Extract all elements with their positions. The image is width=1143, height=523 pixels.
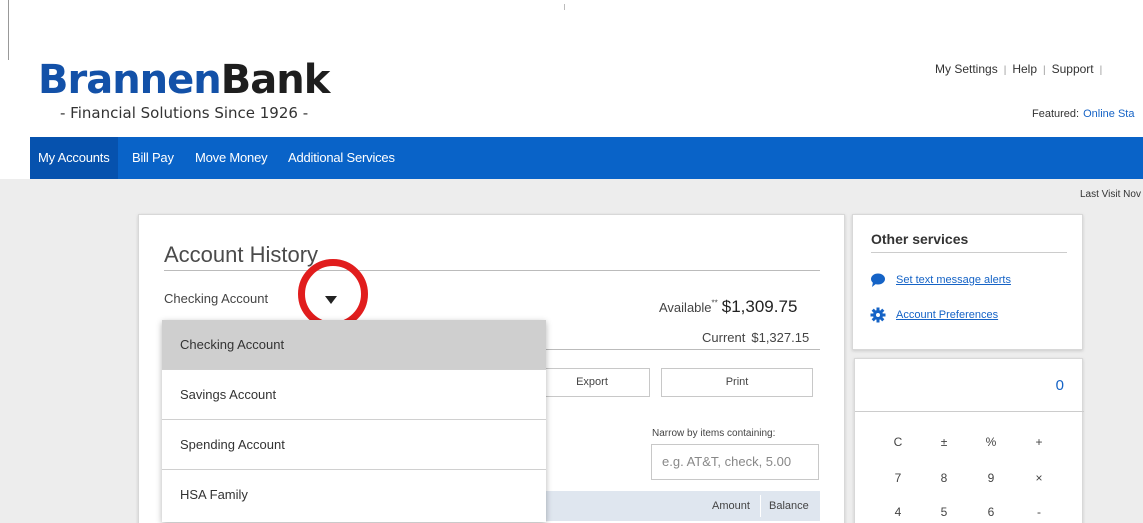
separator: | xyxy=(1099,65,1103,76)
available-amount: $1,309.75 xyxy=(721,297,798,316)
logo-bank: Bank xyxy=(220,57,331,103)
calculator-panel: 0 C ± % + 7 8 9 × 4 5 6 - xyxy=(854,358,1084,523)
calculator-value: 0 xyxy=(1055,377,1064,394)
other-services-panel: Other services Set text message alerts A… xyxy=(852,214,1083,350)
main-nav: My Accounts Bill Pay Move Money Addition… xyxy=(30,137,1143,179)
featured-label: Featured: xyxy=(1032,108,1080,120)
page-title: Account History xyxy=(164,242,319,267)
highlight-circle xyxy=(298,259,368,329)
divider xyxy=(164,270,820,271)
available-balance: Available** $1,309.75 xyxy=(659,297,797,317)
separator: | xyxy=(1043,65,1046,76)
nav-move-money[interactable]: Move Money xyxy=(195,137,268,179)
divider xyxy=(564,4,565,10)
current-label: Current xyxy=(702,330,746,345)
calc-key-percent[interactable]: % xyxy=(976,435,1006,449)
calc-key-plus-minus[interactable]: ± xyxy=(929,435,959,449)
calc-key-subtract[interactable]: - xyxy=(1024,505,1054,519)
separator: | xyxy=(1003,65,1007,76)
column-divider xyxy=(760,495,761,517)
account-preferences-link[interactable]: Account Preferences xyxy=(896,309,998,321)
current-amount: $1,327.15 xyxy=(751,330,810,345)
dropdown-option-hsa[interactable]: HSA Family xyxy=(162,470,546,520)
account-dropdown-menu: Checking Account Savings Account Spendin… xyxy=(162,320,546,522)
calc-key-5[interactable]: 5 xyxy=(929,505,959,519)
dropdown-option-checking[interactable]: Checking Account xyxy=(162,320,546,370)
my-settings-link[interactable]: My Settings xyxy=(935,62,998,76)
dropdown-option-savings[interactable]: Savings Account xyxy=(162,370,546,420)
featured-bar: Featured: Online Sta xyxy=(1032,108,1134,120)
available-label: Available xyxy=(659,300,712,315)
calculator-display: 0 xyxy=(855,359,1084,412)
account-select[interactable]: Checking Account xyxy=(164,291,268,306)
calc-key-8[interactable]: 8 xyxy=(929,471,959,485)
utility-links: My Settings | Help | Support | xyxy=(935,62,1108,76)
column-header-balance[interactable]: Balance xyxy=(769,500,809,512)
set-text-alerts-link[interactable]: Set text message alerts xyxy=(896,274,1011,286)
help-link[interactable]: Help xyxy=(1012,62,1037,76)
export-button[interactable]: Export xyxy=(534,368,650,397)
column-header-amount[interactable]: Amount xyxy=(712,500,750,512)
last-visit: Last Visit Nov xyxy=(1080,189,1141,200)
chat-bubble-icon[interactable] xyxy=(870,272,886,288)
nav-bill-pay[interactable]: Bill Pay xyxy=(132,137,174,179)
calc-key-clear[interactable]: C xyxy=(883,435,913,449)
current-balance: Current $1,327.15 xyxy=(702,330,809,345)
calc-key-9[interactable]: 9 xyxy=(976,471,1006,485)
print-button[interactable]: Print xyxy=(661,368,813,397)
logo-brannen: Brannen xyxy=(38,57,222,103)
gear-icon[interactable] xyxy=(870,307,886,323)
nav-my-accounts[interactable]: My Accounts xyxy=(30,137,118,179)
site-header: BrannenBank - Financial Solutions Since … xyxy=(0,0,1143,137)
calc-key-4[interactable]: 4 xyxy=(883,505,913,519)
dropdown-option-spending[interactable]: Spending Account xyxy=(162,420,546,470)
brannen-bank-logo[interactable]: BrannenBank - Financial Solutions Since … xyxy=(38,57,331,122)
logo-tagline: - Financial Solutions Since 1926 - xyxy=(60,104,309,122)
calc-key-6[interactable]: 6 xyxy=(976,505,1006,519)
calc-key-multiply[interactable]: × xyxy=(1024,471,1054,485)
featured-link[interactable]: Online Sta xyxy=(1083,108,1134,120)
calc-key-add[interactable]: + xyxy=(1024,435,1054,449)
narrow-label: Narrow by items containing: xyxy=(652,428,776,439)
logo-wordmark: BrannenBank xyxy=(38,57,331,103)
window-edge xyxy=(8,0,9,60)
support-link[interactable]: Support xyxy=(1052,62,1094,76)
other-services-title: Other services xyxy=(871,231,969,247)
search-input[interactable]: e.g. AT&T, check, 5.00 xyxy=(651,444,819,480)
calc-key-7[interactable]: 7 xyxy=(883,471,913,485)
nav-additional-services[interactable]: Additional Services xyxy=(288,137,395,179)
available-footnote-marker: ** xyxy=(711,298,718,308)
divider xyxy=(871,252,1067,253)
